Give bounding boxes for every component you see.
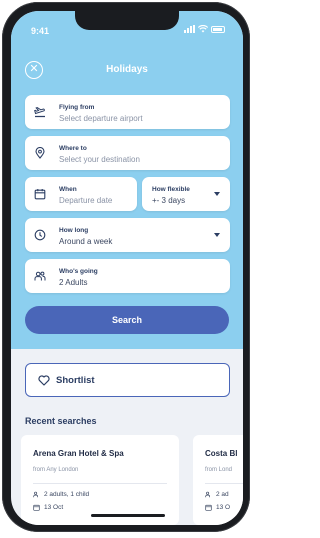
calendar-icon [34, 189, 46, 200]
calendar-icon [205, 504, 212, 511]
battery-icon [211, 26, 225, 33]
divider [205, 483, 243, 484]
app-screen: 9:41 ✕ Holidays Flying from Select depar… [11, 11, 243, 525]
when-field[interactable]: When Departure date [25, 177, 137, 211]
users-icon [34, 271, 46, 281]
how-long-label: How long [59, 227, 89, 234]
date-text: 13 O [216, 504, 231, 511]
shortlist-button[interactable]: Shortlist [25, 363, 230, 397]
departure-from: from Lond [205, 467, 233, 473]
chevron-down-icon [214, 192, 220, 196]
hotel-name: Arena Gran Hotel & Spa [33, 449, 124, 458]
shortlist-label: Shortlist [56, 375, 95, 386]
hotel-name: Costa Bl [205, 449, 238, 458]
where-to-placeholder: Select your destination [59, 155, 140, 164]
when-placeholder: Departure date [59, 196, 113, 205]
notch [75, 11, 179, 30]
guests-text: 2 ad [216, 491, 229, 498]
guests-text: 2 adults, 1 child [44, 491, 90, 498]
users-icon [33, 491, 38, 498]
how-flexible-value: +- 3 days [152, 196, 186, 205]
date-row: 13 O [205, 504, 230, 511]
flying-from-label: Flying from [59, 104, 95, 111]
recent-search-card[interactable]: Arena Gran Hotel & Spa from Any London 2… [21, 435, 179, 525]
users-icon [205, 491, 210, 498]
divider [33, 483, 167, 484]
chevron-down-icon [214, 233, 220, 237]
wifi-icon [198, 25, 208, 33]
heart-icon [38, 375, 50, 386]
how-long-value: Around a week [59, 237, 113, 246]
how-flexible-label: How flexible [152, 186, 190, 193]
flying-from-placeholder: Select departure airport [59, 114, 143, 123]
where-to-label: Where to [59, 145, 87, 152]
recent-searches-title: Recent searches [25, 416, 97, 426]
date-row: 13 Oct [33, 504, 63, 511]
status-icons [184, 25, 225, 33]
home-indicator [91, 514, 165, 517]
phone-frame: 9:41 ✕ Holidays Flying from Select depar… [2, 2, 250, 532]
clock-icon [34, 229, 46, 241]
how-flexible-select[interactable]: How flexible +- 3 days [142, 177, 230, 211]
date-text: 13 Oct [44, 504, 64, 511]
search-button[interactable]: Search [25, 306, 229, 334]
when-label: When [59, 186, 77, 193]
whos-going-field[interactable]: Who's going 2 Adults [25, 259, 230, 293]
flying-from-field[interactable]: Flying from Select departure airport [25, 95, 230, 129]
page-title: Holidays [106, 64, 148, 75]
how-long-select[interactable]: How long Around a week [25, 218, 230, 252]
where-to-field[interactable]: Where to Select your destination [25, 136, 230, 170]
signal-icon [184, 25, 195, 33]
guests-row: 2 ad [205, 491, 229, 498]
status-time: 9:41 [31, 26, 50, 36]
recent-search-card[interactable]: Costa Bl from Lond 2 ad 13 O [193, 435, 243, 525]
guests-row: 2 adults, 1 child [33, 491, 89, 498]
whos-going-value: 2 Adults [59, 278, 88, 287]
departure-from: from Any London [33, 467, 79, 473]
plane-departure-icon [34, 106, 45, 118]
calendar-icon [33, 504, 40, 511]
whos-going-label: Who's going [59, 268, 98, 275]
location-pin-icon [35, 147, 45, 159]
